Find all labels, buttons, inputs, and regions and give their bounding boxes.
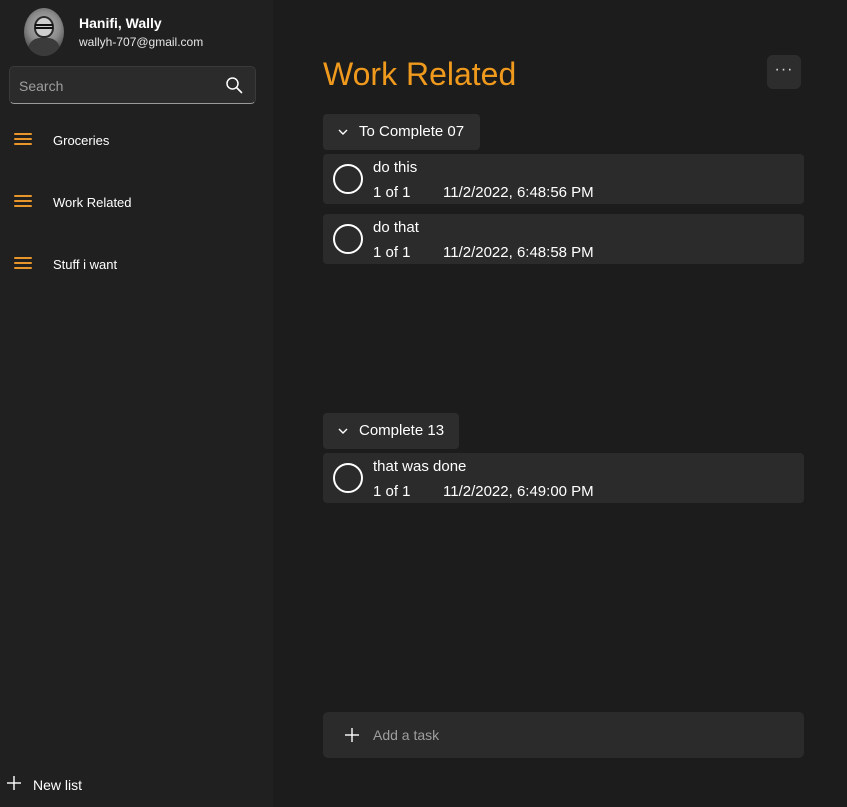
sidebar-item-stuff-i-want[interactable]: Stuff i want <box>0 243 273 287</box>
add-task-input[interactable] <box>373 725 773 745</box>
task-date: 11/2/2022, 6:48:58 PM <box>443 244 594 261</box>
plus-icon[interactable] <box>344 727 360 743</box>
search-input[interactable] <box>19 76 219 96</box>
complete-checkbox[interactable] <box>333 463 363 493</box>
more-options-button[interactable]: ··· <box>767 55 801 89</box>
group-header-to-complete[interactable]: To Complete 07 <box>323 114 480 150</box>
sidebar-item-label: Groceries <box>53 133 110 148</box>
task-title: do that <box>373 219 419 236</box>
task-count: 1 of 1 <box>373 483 411 500</box>
profile-name: Hanifi, Wally <box>79 15 162 31</box>
page-title: Work Related <box>323 56 517 92</box>
group-header-complete[interactable]: Complete 13 <box>323 413 459 449</box>
task-item[interactable]: do this 1 of 1 11/2/2022, 6:48:56 PM <box>323 154 804 204</box>
app-window: Hanifi, Wally wallyh-707@gmail.com Groce… <box>0 0 847 807</box>
hamburger-icon <box>14 133 32 147</box>
task-date: 11/2/2022, 6:48:56 PM <box>443 184 594 201</box>
sidebar-item-label: Stuff i want <box>53 257 118 272</box>
hamburger-icon <box>14 257 32 271</box>
chevron-down-icon <box>338 428 348 434</box>
sidebar: Hanifi, Wally wallyh-707@gmail.com Groce… <box>0 0 273 807</box>
task-item[interactable]: that was done 1 of 1 11/2/2022, 6:49:00 … <box>323 453 804 503</box>
group-label: To Complete 07 <box>359 123 465 140</box>
new-list-label: New list <box>33 777 83 793</box>
chevron-down-icon <box>338 129 348 135</box>
sidebar-item-groceries[interactable]: Groceries <box>0 119 273 163</box>
plus-icon <box>7 776 21 790</box>
complete-checkbox[interactable] <box>333 224 363 254</box>
sidebar-item-label: Work Related <box>53 195 132 210</box>
search-icon[interactable] <box>225 76 243 94</box>
task-item[interactable]: do that 1 of 1 11/2/2022, 6:48:58 PM <box>323 214 804 264</box>
group-label: Complete 13 <box>359 422 445 439</box>
sidebar-item-work-related[interactable]: Work Related <box>0 181 273 225</box>
task-date: 11/2/2022, 6:49:00 PM <box>443 483 594 500</box>
task-count: 1 of 1 <box>373 184 411 201</box>
profile-email: wallyh-707@gmail.com <box>79 35 204 49</box>
search-box <box>9 66 256 104</box>
task-count: 1 of 1 <box>373 244 411 261</box>
task-title: that was done <box>373 458 467 475</box>
hamburger-icon <box>14 195 32 209</box>
main-content: Work Related ··· To Complete 07 do this … <box>273 0 847 807</box>
add-task-bar[interactable] <box>323 712 804 758</box>
complete-checkbox[interactable] <box>333 164 363 194</box>
task-title: do this <box>373 159 418 176</box>
avatar[interactable] <box>24 8 64 56</box>
